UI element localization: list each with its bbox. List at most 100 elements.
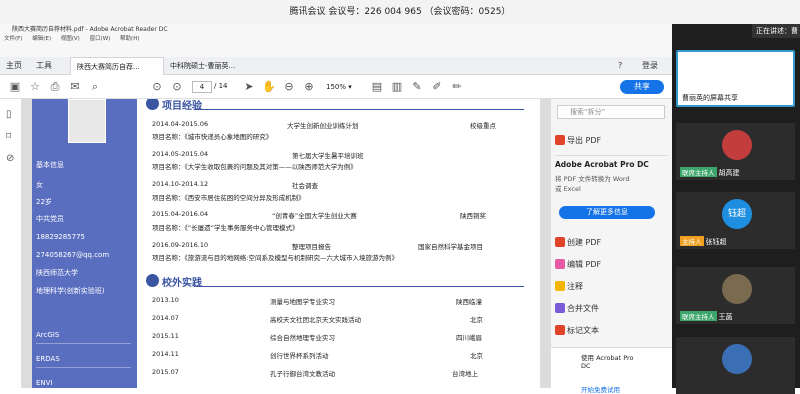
page-down-icon[interactable]: ⊙ bbox=[170, 80, 184, 94]
edit-pdf-item[interactable]: 编辑 PDF bbox=[567, 259, 601, 270]
attachments-icon[interactable]: ⊘ bbox=[6, 153, 14, 164]
phone-text: 18829285775 bbox=[36, 233, 85, 241]
project-title: 整理项目报告 bbox=[292, 243, 331, 251]
print-icon[interactable]: ⎙ bbox=[48, 80, 62, 94]
search-icon[interactable]: ⌕ bbox=[88, 80, 102, 94]
section-icon bbox=[146, 99, 159, 110]
email-text: 274058267@qq.com bbox=[36, 251, 110, 259]
skill-envi: ENVI bbox=[36, 379, 53, 387]
comment-icon[interactable]: ✎ bbox=[410, 80, 424, 94]
practice-date: 2013.10 bbox=[152, 296, 179, 304]
menu-window[interactable]: 窗口(W) bbox=[90, 36, 111, 42]
highlight-icon[interactable]: ✐ bbox=[430, 80, 444, 94]
tab-doc2-label: 中科院硕士-曹丽英... bbox=[170, 62, 236, 70]
project-title: “创青春”全国大学生创业大赛 bbox=[272, 212, 357, 220]
practice-title: 测量与地图学专业实习 bbox=[270, 298, 335, 306]
project-title: 社会调查 bbox=[292, 182, 318, 190]
tab-tools[interactable]: 工具 bbox=[36, 57, 52, 75]
menu-view[interactable]: 视图(V) bbox=[61, 36, 80, 42]
gender-text: 女 bbox=[36, 181, 43, 189]
learn-more-label: 了解更多信息 bbox=[586, 208, 628, 216]
save-icon[interactable]: ▣ bbox=[8, 80, 22, 94]
project-date: 2015.04-2016.04 bbox=[152, 210, 209, 218]
create-pdf-item[interactable]: 创建 PDF bbox=[567, 237, 601, 248]
section-rule bbox=[194, 286, 524, 287]
menu-help[interactable]: 帮助(H) bbox=[120, 36, 139, 42]
tile-label: 联席主持人 王菡 bbox=[680, 311, 733, 322]
window-gap bbox=[0, 44, 672, 57]
learn-more-button[interactable]: 了解更多信息 bbox=[559, 206, 655, 219]
footer-title: 使用 Acrobat Pro DC bbox=[581, 354, 634, 370]
video-tile-screenshare[interactable]: 曹丽英的屏幕共享 bbox=[676, 50, 795, 107]
signin-button[interactable]: 登录 bbox=[642, 57, 658, 75]
tool-search-input[interactable]: 搜索“拆分” bbox=[557, 105, 665, 119]
practice-place: 北京 bbox=[470, 352, 483, 360]
avatar bbox=[722, 130, 752, 160]
practice-title: 综合自然地理专业实习 bbox=[270, 334, 335, 342]
export-pdf-item[interactable]: 导出 PDF bbox=[567, 135, 601, 146]
page-input[interactable]: 4 bbox=[192, 81, 212, 93]
project-name: 项目名称：《城市快递员心象地图的研究》 bbox=[152, 133, 273, 141]
fit-page-icon[interactable]: ▤ bbox=[370, 80, 384, 94]
comment-tool-icon bbox=[555, 281, 565, 291]
project-tag: 陕西铜奖 bbox=[460, 212, 486, 220]
combine-item[interactable]: 合并文件 bbox=[567, 303, 599, 314]
project-name: 项目名称：《大学生收取包裹的问题及其对策——以陕西师范大学为例》 bbox=[152, 163, 357, 171]
bookmark-star-icon[interactable]: ☆ bbox=[28, 80, 42, 94]
pages-icon[interactable]: ▯ bbox=[6, 109, 12, 120]
project-tag: 国家自然科学基金项目 bbox=[418, 243, 483, 251]
zoom-select[interactable]: 150% ▾ bbox=[326, 81, 356, 93]
practice-date: 2015.11 bbox=[152, 332, 179, 340]
zoom-in-icon[interactable]: ⊕ bbox=[302, 80, 316, 94]
tile-name: 王菡 bbox=[718, 313, 733, 321]
markup-item[interactable]: 标记文本 bbox=[567, 325, 599, 336]
comment-item[interactable]: 注释 bbox=[567, 281, 583, 292]
tile-name: 胡高建 bbox=[718, 169, 740, 177]
video-tile[interactable]: 联席主持人 胡高建 bbox=[676, 123, 795, 180]
menu-edit[interactable]: 编辑(E) bbox=[32, 36, 51, 42]
project-name: 项目名称：《“长屡遗”学生事务服务中心管理模式》 bbox=[152, 224, 299, 232]
skill-arcgis: ArcGIS bbox=[36, 331, 60, 339]
practice-place: 陕西临潼 bbox=[456, 298, 482, 306]
left-nav-rail: ▯ ⌑ ⊘ bbox=[0, 99, 22, 388]
party-text: 中共党员 bbox=[36, 215, 64, 223]
share-label: 共享 bbox=[634, 82, 650, 91]
video-tile[interactable]: 联席主持人 王菡 bbox=[676, 267, 795, 324]
project-date: 2014.04-2015.06 bbox=[152, 120, 209, 128]
video-tile[interactable]: 钰超 主持人 张钰超 bbox=[676, 192, 795, 249]
tab-bar: 主页 工具 陕西大赛简历自荐... 中科院硕士-曹丽英... ? 登录 bbox=[0, 57, 672, 75]
combine-icon bbox=[555, 303, 565, 313]
hand-icon[interactable]: ✋ bbox=[262, 80, 276, 94]
resume-sidebar: 基本信息 女 22岁 中共党员 18829285775 274058267@qq… bbox=[32, 99, 137, 388]
video-tile[interactable] bbox=[676, 337, 795, 394]
practice-place: 北京 bbox=[470, 316, 483, 324]
page-up-icon[interactable]: ⊙ bbox=[150, 80, 164, 94]
avatar bbox=[722, 274, 752, 304]
zoom-out-icon[interactable]: ⊖ bbox=[282, 80, 296, 94]
tile-label: 联席主持人 胡高建 bbox=[680, 167, 740, 178]
free-trial-link[interactable]: 开始免费试用 bbox=[581, 384, 643, 394]
menu-file[interactable]: 文件(F) bbox=[4, 36, 22, 42]
profile-photo bbox=[68, 99, 106, 143]
bookmarks-icon[interactable]: ⌑ bbox=[6, 131, 11, 142]
practice-title: 创行世界杯系列活动 bbox=[270, 352, 329, 360]
trial-footer: 使用 Acrobat Pro DC 开始免费试用 bbox=[551, 347, 673, 394]
project-name: 项目名称：《旅游流与目的地网络:空间系及模型与机制研究—六大城市入境旅游为例》 bbox=[152, 254, 398, 262]
share-button[interactable]: 共享 bbox=[620, 80, 664, 94]
project-tag: 校级重点 bbox=[470, 122, 496, 130]
edit-pdf-icon bbox=[555, 259, 565, 269]
cursor-icon[interactable]: ➤ bbox=[242, 80, 256, 94]
basic-info-label: 基本信息 bbox=[36, 161, 64, 169]
tab-doc1[interactable]: 陕西大赛简历自荐... bbox=[70, 57, 164, 75]
skill-bar bbox=[36, 343, 131, 344]
create-pdf-icon bbox=[555, 237, 565, 247]
speaking-text: 正在讲述：曹 bbox=[756, 27, 798, 35]
major-text: 地理科学(创新实验班) bbox=[36, 287, 105, 295]
tab-doc2[interactable]: 中科院硕士-曹丽英... bbox=[164, 57, 258, 75]
draw-icon[interactable]: ✏ bbox=[450, 80, 464, 94]
email-icon[interactable]: ✉ bbox=[68, 80, 82, 94]
scroll-mode-icon[interactable]: ▥ bbox=[390, 80, 404, 94]
help-icon[interactable]: ? bbox=[618, 57, 622, 75]
practice-date: 2014.07 bbox=[152, 314, 179, 322]
tab-home[interactable]: 主页 bbox=[6, 57, 22, 75]
